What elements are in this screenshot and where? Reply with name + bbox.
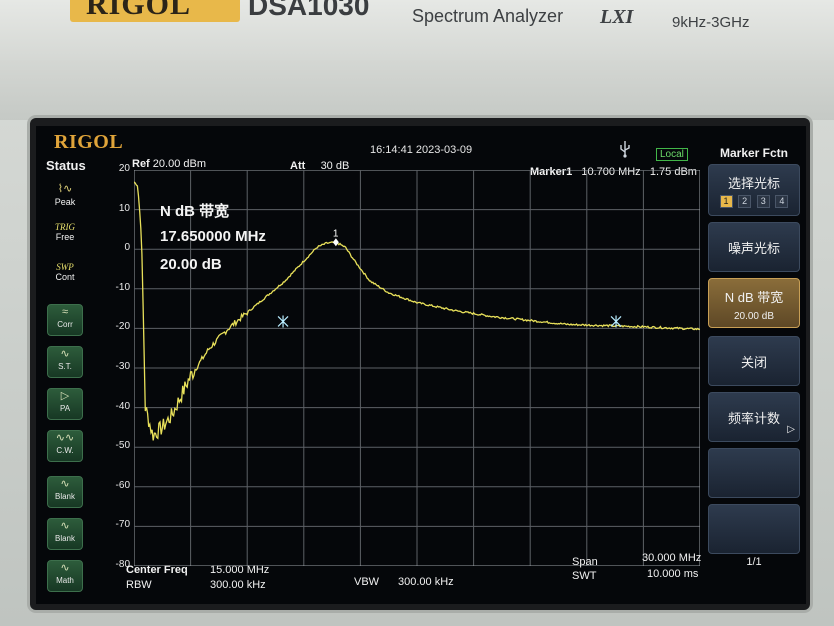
marker-select-3[interactable]: 3 — [756, 195, 770, 208]
status-st[interactable]: ∿ S.T. — [47, 346, 83, 378]
ref-label: Ref 20.00 dBm — [132, 158, 206, 170]
center-freq-value: 15.000 MHz — [210, 564, 270, 576]
screen-logo: RIGOL — [54, 131, 124, 153]
model-name: DSA1030 — [248, 0, 370, 21]
product-type: Spectrum Analyzer — [412, 6, 564, 26]
empty-softkey-1[interactable] — [708, 448, 800, 498]
ndb-marker-ndb-right[interactable] — [610, 315, 622, 328]
select-marker-softkey[interactable]: 选择光标 1 2 3 4 — [708, 164, 800, 216]
swt-label: SWT — [572, 570, 597, 582]
span-label: Span — [572, 556, 598, 568]
marker-1-label: 1 — [333, 228, 339, 239]
status-pa[interactable]: ▷ PA — [47, 388, 83, 420]
y-tick-label: -30 — [115, 361, 130, 372]
rbw-value: 300.00 kHz — [210, 579, 266, 591]
noise-marker-softkey[interactable]: 噪声光标 — [708, 222, 800, 272]
ndb-bandwidth-value: 17.650000 MHz — [160, 228, 266, 245]
off-softkey[interactable]: 关闭 — [708, 336, 800, 386]
empty-softkey-2[interactable] — [708, 504, 800, 554]
swp-icon: SWP — [56, 262, 74, 272]
marker-select-4[interactable]: 4 — [775, 195, 789, 208]
ndb-readout-title: N dB 带宽 — [160, 203, 230, 220]
y-tick-label: -10 — [115, 281, 130, 293]
wave-icon: ∿ — [60, 348, 70, 360]
wave-icon: ∿∿ — [55, 432, 75, 444]
status-cw[interactable]: ∿∿ C.W. — [47, 430, 83, 462]
menu-title: Marker Fctn — [719, 146, 789, 160]
y-tick-label: -70 — [115, 519, 130, 531]
y-tick-label: -50 — [115, 440, 130, 452]
status-title: Status — [46, 158, 86, 173]
peak-wave-icon: ⌇∿ — [57, 183, 73, 195]
amplifier-icon: ▷ — [60, 390, 70, 402]
marker-select-2[interactable]: 2 — [738, 195, 752, 208]
status-sweep: SWP Cont — [47, 262, 83, 283]
usb-icon — [620, 141, 630, 158]
status-corr[interactable]: ≈ Corr — [47, 304, 83, 336]
wave-icon: ∿ — [60, 520, 70, 532]
ndb-level-value: 20.00 dB — [160, 256, 222, 273]
local-badge: Local — [656, 148, 688, 161]
status-math[interactable]: ∿ Math — [47, 560, 83, 592]
y-tick-label: 10 — [118, 202, 130, 214]
center-freq-label: Center Freq — [126, 564, 188, 576]
marker-select-1[interactable]: 1 — [719, 195, 733, 208]
status-blank-1[interactable]: ∿ Blank — [47, 476, 83, 508]
status-trig: TRIG Free — [47, 222, 83, 243]
ndb-marker-ndb-left[interactable] — [277, 315, 289, 328]
vbw-label: VBW — [354, 576, 380, 588]
trig-icon: TRIG — [55, 222, 75, 232]
swt-value: 10.000 ms — [647, 568, 699, 580]
corr-icon: ≈ — [61, 306, 69, 318]
brand-logo: RIGOL — [86, 0, 192, 21]
wave-icon: ∿ — [60, 562, 70, 574]
freq-count-softkey[interactable]: 频率计数 ▷ — [708, 392, 800, 442]
y-tick-label: -60 — [115, 479, 130, 491]
y-tick-label: 20 — [118, 163, 130, 174]
status-blank-2[interactable]: ∿ Blank — [47, 518, 83, 550]
vbw-value: 300.00 kHz — [398, 576, 454, 588]
ndb-bandwidth-softkey[interactable]: N dB 带宽 20.00 dB — [708, 278, 800, 328]
menu-page-indicator: 1/1 — [746, 556, 762, 568]
lxi-logo: LXI — [600, 6, 634, 28]
span-value: 30.000 MHz — [642, 552, 702, 564]
analyzer-screen: RIGOL 16:14:41 2023-03-09 Local Status ⌇… — [36, 126, 806, 604]
y-tick-label: 0 — [124, 242, 130, 254]
submenu-arrow-icon: ▷ — [787, 424, 795, 435]
marker-1-diamond[interactable] — [332, 238, 339, 247]
rbw-label: RBW — [126, 579, 152, 591]
date-time: 16:14:41 2023-03-09 — [370, 144, 473, 156]
marker-selector: 1 2 3 4 — [709, 192, 799, 208]
status-peak: ⌇∿ Peak — [47, 182, 83, 208]
y-tick-label: -40 — [115, 400, 130, 412]
frequency-range: 9kHz-3GHz — [672, 14, 750, 31]
wave-icon: ∿ — [60, 478, 70, 490]
y-tick-label: -20 — [115, 321, 130, 333]
bezel-lip — [0, 60, 834, 120]
